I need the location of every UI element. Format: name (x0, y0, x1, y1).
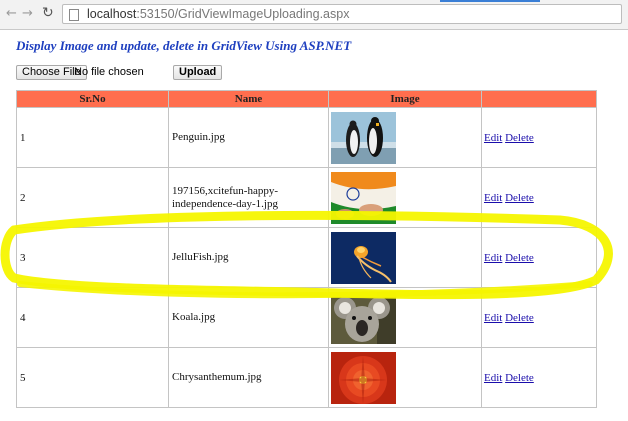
cell-name: Chrysanthemum.jpg (168, 347, 329, 408)
address-bar[interactable]: localhost:53150/GridViewImageUploading.a… (62, 4, 622, 24)
edit-link[interactable]: Edit (484, 192, 502, 204)
cell-image (328, 287, 482, 348)
cell-image (328, 227, 482, 288)
header-image: Image (328, 90, 482, 108)
header-actions (481, 90, 597, 108)
back-arrow-icon[interactable]: ← (6, 6, 17, 21)
url-path: :53150/GridViewImageUploading.aspx (136, 7, 350, 21)
cell-sr-no: 2 (16, 167, 169, 228)
cell-name: 197156,xcitefun-happy-independence-day-1… (168, 167, 329, 228)
edit-link[interactable]: Edit (484, 312, 502, 324)
cell-actions: Edit Delete (481, 107, 597, 168)
delete-link[interactable]: Delete (505, 312, 534, 324)
cell-image (328, 347, 482, 408)
table-row: 3 JelluFish.jpg Edit Delete (16, 227, 597, 288)
page-icon (69, 9, 79, 21)
no-file-text: No file chosen (74, 66, 144, 78)
edit-link[interactable]: Edit (484, 372, 502, 384)
cell-name: Penguin.jpg (168, 107, 329, 168)
cell-sr-no: 5 (16, 347, 169, 408)
header-sr-no: Sr.No (16, 90, 169, 108)
url-text: localhost:53150/GridViewImageUploading.a… (87, 7, 349, 21)
tab-accent (440, 0, 540, 2)
browser-toolbar: ← → ↻ localhost:53150/GridViewImageUploa… (0, 0, 628, 30)
cell-image (328, 107, 482, 168)
cell-actions: Edit Delete (481, 167, 597, 228)
cell-sr-no: 1 (16, 107, 169, 168)
upload-button[interactable]: Upload (173, 65, 223, 80)
edit-link[interactable]: Edit (484, 252, 502, 264)
forward-arrow-icon[interactable]: → (22, 6, 33, 21)
delete-link[interactable]: Delete (505, 132, 534, 144)
cell-name: JelluFish.jpg (168, 227, 329, 288)
chrysanthemum-photo (331, 351, 396, 404)
table-row: 1 Penguin.jpg Edit Delete (16, 107, 597, 168)
table-row: 5 Chrysanthemum.jpg Edit Delete (16, 347, 597, 408)
cell-actions: Edit Delete (481, 347, 597, 408)
flag-hands-photo (331, 171, 396, 224)
cell-name: Koala.jpg (168, 287, 329, 348)
cell-sr-no: 3 (16, 227, 169, 288)
penguins-photo (331, 111, 396, 164)
table-row: 2 197156,xcitefun-happy-independence-day… (16, 167, 597, 228)
edit-link[interactable]: Edit (484, 132, 502, 144)
cell-actions: Edit Delete (481, 287, 597, 348)
cell-image (328, 167, 482, 228)
header-name: Name (168, 90, 329, 108)
reload-icon[interactable]: ↻ (42, 5, 54, 21)
url-host: localhost (87, 7, 137, 21)
jellyfish-photo (331, 231, 396, 284)
delete-link[interactable]: Delete (505, 252, 534, 264)
grid-header-row: Sr.No Name Image (16, 90, 597, 108)
delete-link[interactable]: Delete (505, 372, 534, 384)
page-title: Display Image and update, delete in Grid… (16, 38, 352, 53)
table-row: 4 Koala.jpg Edit Delete (16, 287, 597, 348)
image-gridview: Sr.No Name Image 1 Penguin.jpg Edit Dele… (16, 90, 597, 408)
delete-link[interactable]: Delete (505, 192, 534, 204)
cell-sr-no: 4 (16, 287, 169, 348)
cell-actions: Edit Delete (481, 227, 597, 288)
koala-photo (331, 291, 396, 344)
